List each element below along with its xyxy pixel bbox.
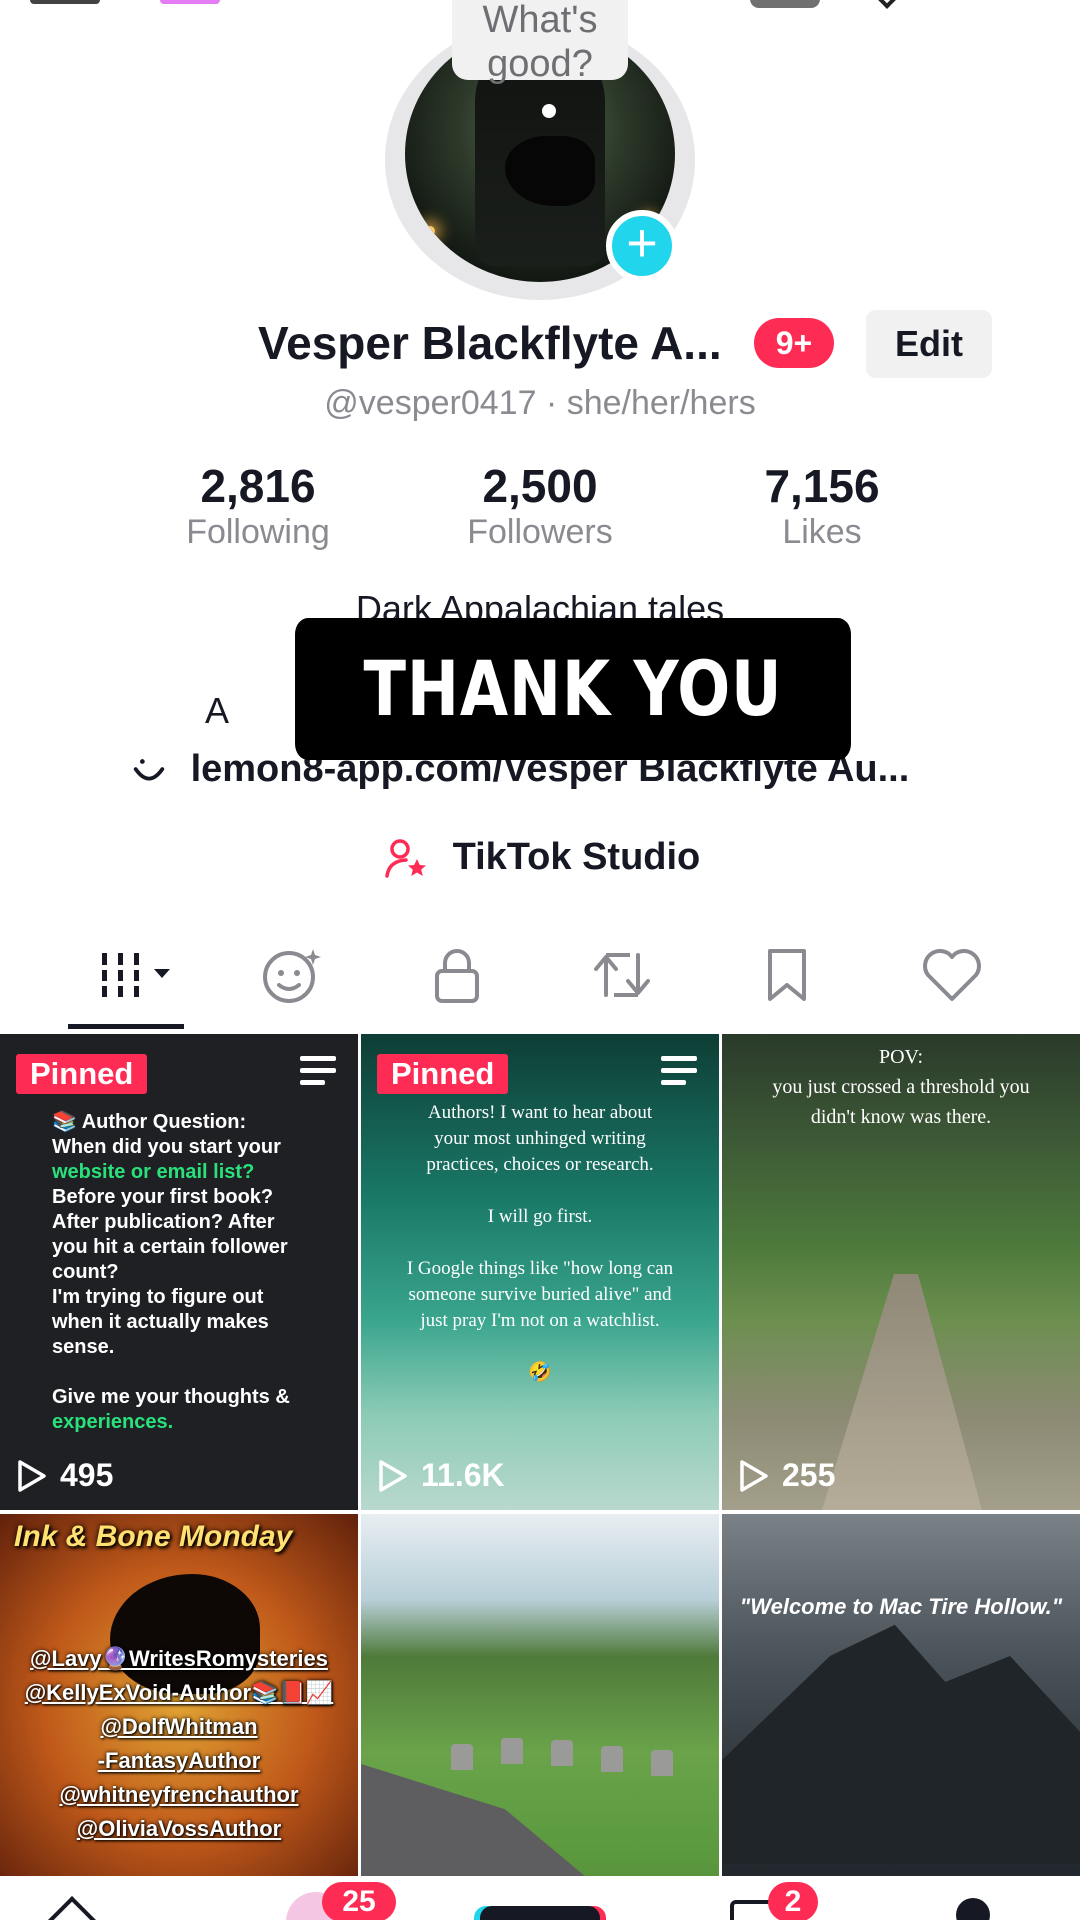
avatar-candle bbox=[425, 226, 435, 236]
thumbnail-text: "Welcome to Mac Tire Hollow." bbox=[739, 1594, 1063, 1619]
tab-videos[interactable] bbox=[96, 940, 176, 1010]
video-thumbnail[interactable]: "Welcome to Mac Tire Hollow." bbox=[722, 1514, 1080, 1920]
smile-sparkle-icon bbox=[263, 949, 321, 1003]
view-count: 255 bbox=[738, 1457, 835, 1494]
pinned-badge: Pinned bbox=[377, 1054, 509, 1094]
live-icon[interactable] bbox=[160, 0, 220, 4]
bio-line: A bbox=[205, 690, 230, 731]
video-thumbnail[interactable]: Pinned Authors! I want to hear about you… bbox=[361, 1034, 719, 1510]
gravestone bbox=[551, 1740, 573, 1766]
repost-icon bbox=[594, 953, 650, 997]
play-icon bbox=[18, 1459, 46, 1492]
tiktok-studio-button[interactable]: TikTok Studio bbox=[384, 836, 700, 882]
username-pronouns: @vesper0417 · she/her/hers bbox=[324, 384, 756, 422]
stat-likes[interactable]: 7,156 Likes bbox=[712, 460, 932, 552]
stat-label: Likes bbox=[782, 513, 862, 551]
thumbnail-text: Authors! I want to hear about your most … bbox=[406, 1102, 674, 1383]
carousel-icon bbox=[661, 1056, 697, 1088]
view-count: 495 bbox=[16, 1457, 113, 1494]
tab-liked[interactable] bbox=[912, 940, 992, 1010]
pinned-badge: Pinned bbox=[16, 1054, 148, 1094]
tab-favorites[interactable] bbox=[747, 940, 827, 1010]
gravestone bbox=[651, 1750, 673, 1776]
lemon8-icon bbox=[133, 759, 165, 781]
notification-badge[interactable]: 9+ bbox=[754, 318, 834, 368]
thumbnail-text: 📚 Author Question: When did you start yo… bbox=[52, 1111, 290, 1433]
edit-profile-button[interactable]: Edit bbox=[866, 310, 992, 378]
studio-icon bbox=[385, 839, 426, 878]
stat-value: 7,156 bbox=[764, 460, 880, 512]
stat-following[interactable]: 2,816 Following bbox=[148, 460, 368, 552]
tab-reposts[interactable] bbox=[582, 940, 662, 1010]
play-icon bbox=[379, 1459, 407, 1492]
add-story-icon[interactable]: + bbox=[606, 210, 678, 282]
thumbnail-title: Ink & Bone Monday bbox=[14, 1520, 293, 1553]
stat-label: Following bbox=[186, 513, 330, 551]
play-icon bbox=[740, 1459, 768, 1492]
gravestone bbox=[501, 1738, 523, 1764]
tab-private[interactable] bbox=[417, 940, 497, 1010]
inbox-badge: 2 bbox=[768, 1882, 818, 1920]
view-count: 11.6K bbox=[377, 1457, 505, 1494]
stat-value: 2,816 bbox=[200, 460, 316, 512]
gravestone bbox=[601, 1746, 623, 1772]
trail-path bbox=[822, 1274, 982, 1510]
friends-badge: 25 bbox=[322, 1882, 396, 1920]
stat-value: 2,500 bbox=[482, 460, 598, 512]
heart-icon bbox=[923, 949, 981, 1001]
video-thumbnail[interactable]: Ink & Bone Monday @Lavy🔮WritesRomysterie… bbox=[0, 1514, 358, 1920]
note-bubble-tail bbox=[542, 104, 556, 118]
friends-avatars[interactable] bbox=[750, 0, 820, 8]
gravestone bbox=[451, 1744, 473, 1770]
bookmark-icon bbox=[768, 949, 806, 1001]
status-time bbox=[30, 0, 100, 4]
studio-label: TikTok Studio bbox=[452, 836, 701, 879]
carousel-icon bbox=[300, 1056, 336, 1088]
tab-creator[interactable] bbox=[252, 940, 332, 1010]
thumbnail-mentions: @Lavy🔮WritesRomysteries @KellyExVoid-Aut… bbox=[24, 1646, 334, 1841]
menu-icon[interactable] bbox=[877, 0, 897, 9]
stat-followers[interactable]: 2,500 Followers bbox=[430, 460, 650, 552]
note-bubble[interactable]: What's good? bbox=[452, 0, 628, 85]
video-thumbnail[interactable]: POV: you just crossed a threshold you di… bbox=[722, 1034, 1080, 1510]
display-name: Vesper Blackflyte A... bbox=[258, 317, 722, 369]
note-text: What's good? bbox=[482, 0, 598, 85]
video-thumbnail[interactable]: Pinned 📚 Author Question: When did you s… bbox=[0, 1034, 358, 1510]
thumbnail-text: POV: you just crossed a threshold you di… bbox=[772, 1046, 1030, 1128]
lock-icon bbox=[435, 949, 479, 1003]
video-thumbnail[interactable] bbox=[361, 1514, 719, 1920]
video-caption-overlay: THANK YOU FOR 2500! bbox=[295, 618, 851, 875]
grid-icon bbox=[96, 953, 170, 997]
active-tab-indicator bbox=[68, 1024, 184, 1029]
stat-label: Followers bbox=[467, 513, 613, 551]
mountain-image bbox=[722, 1624, 1080, 1864]
create-button[interactable] bbox=[480, 1906, 600, 1920]
